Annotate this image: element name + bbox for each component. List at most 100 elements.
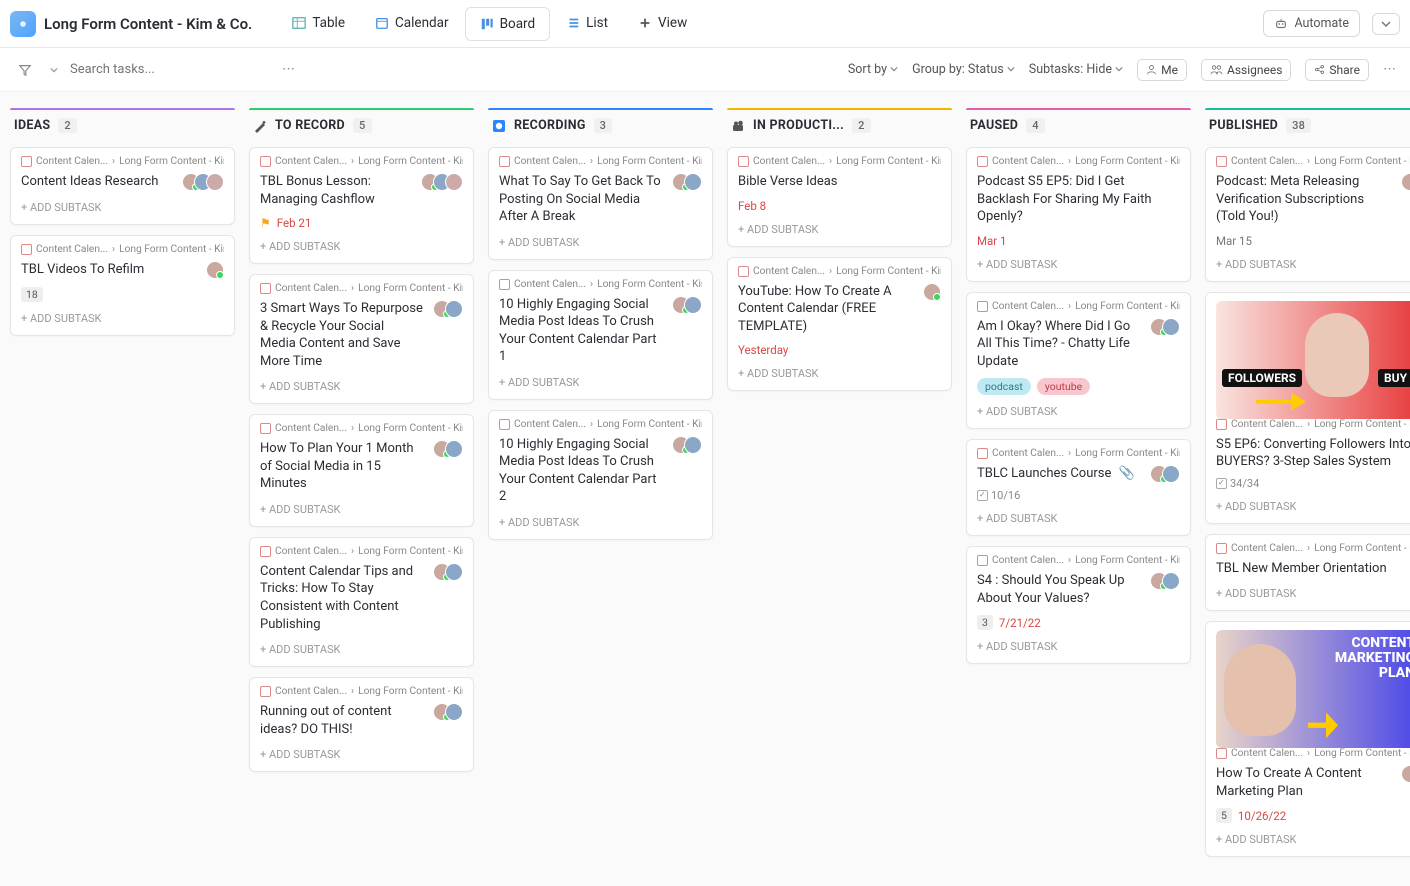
- filter-caret[interactable]: [50, 66, 58, 74]
- add-subtask-button[interactable]: + ADD SUBTASK: [21, 312, 224, 325]
- column-header[interactable]: PAUSED4: [966, 108, 1191, 147]
- add-subtask-button[interactable]: + ADD SUBTASK: [499, 376, 702, 389]
- card[interactable]: Content Calen...›Long Form Content - Kim…: [1205, 534, 1410, 612]
- card[interactable]: Content Calen...›Long Form Content - Kim…: [727, 147, 952, 247]
- assignee-avatars[interactable]: [1401, 173, 1410, 191]
- add-subtask-button[interactable]: + ADD SUBTASK: [260, 380, 463, 393]
- add-subtask-button[interactable]: + ADD SUBTASK: [260, 503, 463, 516]
- assignee-avatars[interactable]: [672, 173, 702, 191]
- more-options-right[interactable]: ⋯: [1383, 62, 1398, 77]
- assignee-avatars[interactable]: [672, 436, 702, 454]
- card-breadcrumb[interactable]: Content Calen...›Long Form Content - Kim…: [21, 156, 224, 167]
- card-breadcrumb[interactable]: Content Calen...›Long Form Content - Kim…: [1216, 543, 1410, 554]
- add-subtask-button[interactable]: + ADD SUBTASK: [1216, 587, 1410, 600]
- card-breadcrumb[interactable]: Content Calen...›Long Form Content - Kim…: [977, 448, 1180, 459]
- card[interactable]: Content Calen...›Long Form Content - Kim…: [966, 546, 1191, 664]
- card[interactable]: Content Calen...›Long Form Content - Kim…: [10, 147, 235, 225]
- card-breadcrumb[interactable]: Content Calen...›Long Form Content - Kim…: [977, 156, 1180, 167]
- tab-table[interactable]: Table: [278, 7, 359, 41]
- assignee-avatars[interactable]: [1150, 465, 1180, 483]
- card-breadcrumb[interactable]: Content Calen...›Long Form Content - Kim…: [977, 301, 1180, 312]
- tab-add-view[interactable]: View: [624, 7, 701, 41]
- column-header[interactable]: PUBLISHED38: [1205, 108, 1410, 147]
- card[interactable]: Content Calen...›Long Form Content - Kim…: [966, 439, 1191, 536]
- filter-button[interactable]: [12, 59, 38, 81]
- assignee-avatars[interactable]: [433, 563, 463, 581]
- tag-podcast[interactable]: podcast: [977, 378, 1031, 395]
- automate-button[interactable]: Automate: [1263, 10, 1360, 37]
- card-breadcrumb[interactable]: Content Calen...›Long Form Content - Kim…: [260, 423, 463, 434]
- card[interactable]: CONTENTMARKETINGPLANContent Calen...›Lon…: [1205, 621, 1410, 857]
- add-subtask-button[interactable]: + ADD SUBTASK: [260, 748, 463, 761]
- card[interactable]: Content Calen...›Long Form Content - Kim…: [488, 270, 713, 400]
- assignee-avatars[interactable]: [672, 296, 702, 314]
- add-subtask-button[interactable]: + ADD SUBTASK: [499, 236, 702, 249]
- add-subtask-button[interactable]: + ADD SUBTASK: [21, 201, 224, 214]
- add-subtask-button[interactable]: + ADD SUBTASK: [738, 223, 941, 236]
- card-breadcrumb[interactable]: Content Calen...›Long Form Content - Kim…: [1216, 748, 1410, 759]
- card-breadcrumb[interactable]: Content Calen...›Long Form Content - Kim…: [260, 686, 463, 697]
- card-breadcrumb[interactable]: Content Calen...›Long Form Content - Kim…: [1216, 156, 1410, 167]
- group-by[interactable]: Group by: Status: [912, 62, 1015, 77]
- add-subtask-button[interactable]: + ADD SUBTASK: [499, 516, 702, 529]
- tag-youtube[interactable]: youtube: [1037, 378, 1090, 395]
- assignee-avatars[interactable]: [1401, 765, 1410, 783]
- card[interactable]: Content Calen...›Long Form Content - Kim…: [488, 410, 713, 540]
- add-subtask-button[interactable]: + ADD SUBTASK: [1216, 500, 1410, 513]
- card-breadcrumb[interactable]: Content Calen...›Long Form Content - Kim…: [499, 279, 702, 290]
- card-breadcrumb[interactable]: Content Calen...›Long Form Content - Kim…: [260, 546, 463, 557]
- card-breadcrumb[interactable]: Content Calen...›Long Form Content - Kim…: [1216, 419, 1410, 430]
- card[interactable]: Content Calen...›Long Form Content - Kim…: [488, 147, 713, 260]
- card[interactable]: Content Calen...›Long Form Content - Kim…: [249, 274, 474, 404]
- column-header[interactable]: TO RECORD5: [249, 108, 474, 147]
- tab-calendar[interactable]: Calendar: [361, 7, 463, 41]
- card-breadcrumb[interactable]: Content Calen...›Long Form Content - Kim…: [977, 555, 1180, 566]
- card[interactable]: Content Calen...›Long Form Content - Kim…: [727, 257, 952, 392]
- me-button[interactable]: Me: [1137, 59, 1187, 81]
- assignee-avatars[interactable]: [433, 300, 463, 318]
- assignees-button[interactable]: Assignees: [1201, 59, 1291, 81]
- column-header[interactable]: RECORDING3: [488, 108, 713, 147]
- add-subtask-button[interactable]: + ADD SUBTASK: [977, 258, 1180, 271]
- assignee-avatars[interactable]: [182, 173, 224, 191]
- card[interactable]: Content Calen...›Long Form Content - Kim…: [10, 235, 235, 336]
- card-breadcrumb[interactable]: Content Calen...›Long Form Content - Kim…: [499, 419, 702, 430]
- card[interactable]: Content Calen...›Long Form Content - Kim…: [249, 537, 474, 667]
- add-subtask-button[interactable]: + ADD SUBTASK: [738, 367, 941, 380]
- add-subtask-button[interactable]: + ADD SUBTASK: [1216, 833, 1410, 846]
- add-subtask-button[interactable]: + ADD SUBTASK: [977, 405, 1180, 418]
- card[interactable]: Content Calen...›Long Form Content - Kim…: [966, 147, 1191, 282]
- card[interactable]: Content Calen...›Long Form Content - Kim…: [966, 292, 1191, 430]
- card-breadcrumb[interactable]: Content Calen...›Long Form Content - Kim…: [21, 244, 224, 255]
- column-header[interactable]: IN PRODUCTI...2: [727, 108, 952, 147]
- sort-by[interactable]: Sort by: [848, 62, 898, 77]
- more-options-left[interactable]: ⋯: [282, 62, 297, 77]
- tab-board[interactable]: Board: [465, 7, 551, 41]
- automate-dropdown[interactable]: [1372, 13, 1400, 35]
- card-breadcrumb[interactable]: Content Calen...›Long Form Content - Kim…: [260, 156, 463, 167]
- assignee-avatars[interactable]: [433, 440, 463, 458]
- card[interactable]: Content Calen...›Long Form Content - Kim…: [249, 414, 474, 527]
- add-subtask-button[interactable]: + ADD SUBTASK: [977, 640, 1180, 653]
- card[interactable]: Content Calen...›Long Form Content - Kim…: [1205, 147, 1410, 282]
- card-breadcrumb[interactable]: Content Calen...›Long Form Content - Kim…: [738, 266, 941, 277]
- card-breadcrumb[interactable]: Content Calen...›Long Form Content - Kim…: [499, 156, 702, 167]
- tab-list[interactable]: List: [552, 7, 622, 41]
- card[interactable]: Content Calen...›Long Form Content - Kim…: [249, 147, 474, 264]
- subtasks-toggle[interactable]: Subtasks: Hide: [1029, 62, 1123, 77]
- assignee-avatars[interactable]: [923, 283, 941, 301]
- card[interactable]: FOLLOWERSBUYContent Calen...›Long Form C…: [1205, 292, 1410, 524]
- card-breadcrumb[interactable]: Content Calen...›Long Form Content - Kim…: [260, 283, 463, 294]
- assignee-avatars[interactable]: [206, 261, 224, 279]
- card[interactable]: Content Calen...›Long Form Content - Kim…: [249, 677, 474, 772]
- add-subtask-button[interactable]: + ADD SUBTASK: [977, 512, 1180, 525]
- add-subtask-button[interactable]: + ADD SUBTASK: [260, 240, 463, 253]
- add-subtask-button[interactable]: + ADD SUBTASK: [1216, 258, 1410, 271]
- column-header[interactable]: IDEAS2: [10, 108, 235, 147]
- search-input[interactable]: [70, 62, 270, 77]
- share-button[interactable]: Share: [1305, 59, 1369, 81]
- assignee-avatars[interactable]: [1150, 318, 1180, 336]
- assignee-avatars[interactable]: [433, 703, 463, 721]
- assignee-avatars[interactable]: [1150, 572, 1180, 590]
- card-breadcrumb[interactable]: Content Calen...›Long Form Content - Kim…: [738, 156, 941, 167]
